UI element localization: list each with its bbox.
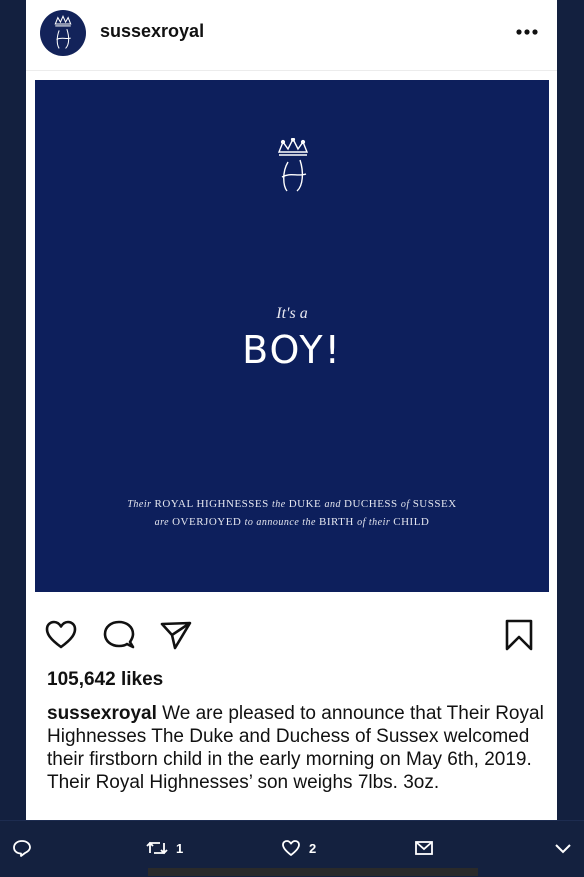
post-header: sussexroyal	[26, 0, 557, 71]
mail-icon	[415, 841, 433, 855]
monogram-icon	[277, 138, 309, 192]
heart-icon	[45, 620, 77, 649]
comment-button[interactable]	[102, 618, 136, 652]
retweet-icon	[146, 841, 168, 855]
post-caption: sussexroyal We are pleased to announce t…	[47, 702, 547, 794]
bookmark-icon	[505, 619, 533, 651]
share-icon	[160, 621, 192, 650]
like-button[interactable]	[44, 618, 78, 652]
announcement-italic-fragment: of	[400, 499, 413, 510]
announcement-italic-fragment: Their	[127, 499, 155, 510]
like-count: 2	[309, 840, 317, 856]
announcement-caps-fragment: OVERJOYED	[172, 516, 245, 528]
likes-count[interactable]: 105,642 likes	[47, 669, 163, 691]
mail-button[interactable]	[414, 837, 434, 859]
share-button[interactable]	[159, 618, 193, 652]
retweet-button[interactable]: 1	[146, 837, 183, 859]
announcement-line-1: Their ROYAL HIGHNESSES the DUKE and DUCH…	[35, 498, 549, 510]
reply-icon	[13, 840, 31, 857]
retweet-count: 1	[176, 840, 184, 856]
announcement-italic-fragment: and	[324, 499, 345, 510]
announcement-italic-fragment: the	[272, 499, 289, 510]
chevron-down-icon	[555, 844, 571, 854]
announcement-line-2: are OVERJOYED to announce the BIRTH of t…	[35, 516, 549, 528]
announcement-italic-fragment: of their	[357, 517, 394, 528]
more-options-button[interactable]	[515, 22, 539, 42]
more-chevron-button[interactable]	[553, 837, 573, 859]
announcement-italic-fragment: to announce the	[244, 517, 319, 528]
more-icon	[516, 29, 538, 35]
like-icon	[282, 840, 300, 856]
announcement-caps-fragment: BIRTH	[319, 516, 358, 528]
boy-headline: BOY!	[242, 328, 342, 372]
comment-icon	[103, 620, 135, 649]
announcement-caps-fragment: DUCHESS	[344, 498, 401, 510]
announcement-caps-fragment: DUKE	[288, 498, 325, 510]
reply-button[interactable]	[12, 837, 32, 859]
monogram-icon	[54, 15, 72, 49]
post-actions	[26, 612, 557, 658]
announcement-italic-fragment: are	[154, 517, 173, 528]
announcement-caps-fragment: ROYAL HIGHNESSES	[154, 498, 272, 510]
avatar[interactable]	[40, 10, 86, 56]
announcement-caps-fragment: CHILD	[393, 516, 430, 528]
announcement-caps-fragment: SUSSEX	[412, 498, 457, 510]
caption-username[interactable]: sussexroyal	[47, 703, 157, 724]
its-a-text: It's a	[276, 305, 308, 322]
instagram-post-card: sussexroyal It's a BOY! Their ROYAL HIGH…	[26, 0, 557, 820]
post-username[interactable]: sussexroyal	[100, 21, 204, 42]
bookmark-button[interactable]	[502, 618, 536, 652]
like-tweet-button[interactable]: 2	[281, 837, 316, 859]
post-image[interactable]: It's a BOY! Their ROYAL HIGHNESSES the D…	[35, 80, 549, 592]
next-content-strip	[148, 868, 478, 876]
